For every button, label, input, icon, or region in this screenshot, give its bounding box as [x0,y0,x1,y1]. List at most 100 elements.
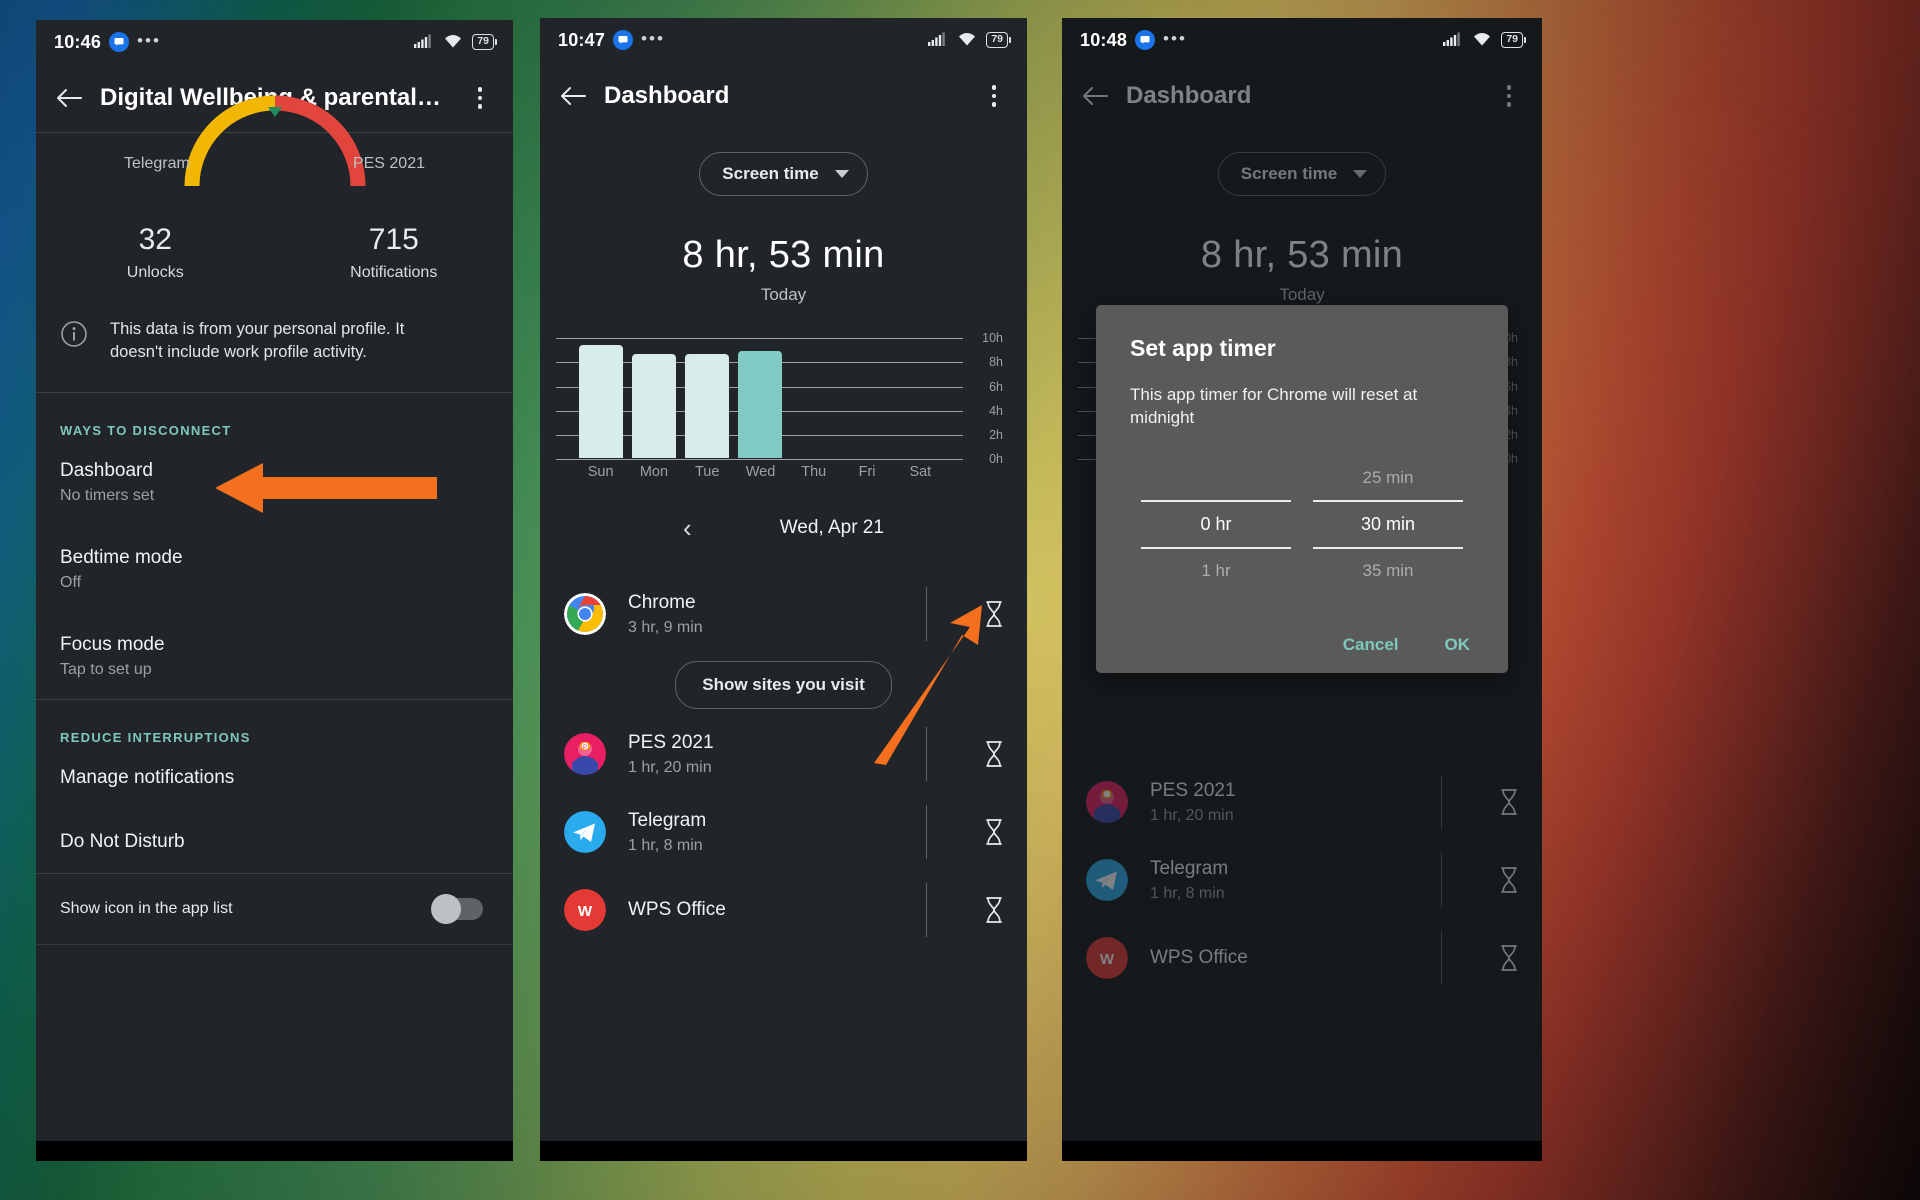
chart-xtick-label: Wed [745,464,776,480]
section-header-reduce-interruptions: REDUCE INTERRUPTIONS [60,730,251,746]
hourglass-icon[interactable] [1492,866,1526,894]
list-item[interactable]: Telegram 1 hr, 8 min [1062,841,1542,919]
minutes-below-col: 35 min [1313,549,1463,593]
hourglass-icon[interactable] [977,818,1011,846]
chart-bar-cell[interactable] [894,331,947,458]
app-name: PES 2021 [1150,779,1236,801]
show-icon-toggle[interactable] [431,894,483,925]
app-meta: Telegram 1 hr, 8 min [1150,858,1419,903]
minutes-above-value[interactable]: 25 min [1313,456,1463,500]
battery-indicator: 79 [1501,32,1526,48]
status-overflow-dots: ••• [1163,28,1187,48]
total-screen-time: 8 hr, 53 min [682,234,885,276]
list-item[interactable]: W WPS Office [1062,919,1542,997]
chart-xtick-label: Mon [639,464,669,480]
total-caption: Today [760,285,807,304]
status-bar-3: 10:48 ••• 79 [1062,18,1542,62]
cancel-button[interactable]: Cancel [1343,635,1399,655]
sidebar-item-dashboard[interactable]: Dashboard No timers set [36,438,513,525]
row-separator [1441,853,1442,907]
hourglass-icon[interactable] [977,896,1011,924]
show-icon-row[interactable]: Show icon in the app list [36,874,513,944]
chart-bar-cell[interactable] [840,331,893,458]
app-meta: PES 2021 1 hr, 20 min [1150,780,1419,825]
hours-selected-col: 0 hr [1141,502,1291,547]
dimmed-app-list-3: PES 2021 1 hr, 20 min Telegram 1 hr, 8 m… [1062,763,1542,997]
wifi-icon [959,33,976,46]
picker-above-row: 25 min [1130,456,1474,500]
date-navigator: ‹ Wed, Apr 21 [540,515,1027,541]
hours-above-value[interactable] [1141,456,1291,480]
sidebar-item-focus-mode[interactable]: Focus mode Tap to set up [36,612,513,699]
duration-picker: 25 min 0 hr 30 min 1 hr 35 min [1130,456,1474,593]
filter-chip-wrap-3: Screen time [1062,152,1542,196]
kebab-menu-icon[interactable] [465,83,495,113]
kebab-menu-icon[interactable] [979,81,1009,111]
telegram-icon [564,811,606,853]
summary-stats: 32 Unlocks 715 Notifications [36,197,513,292]
chart-bar-cell[interactable] [574,331,627,458]
chart-ytick-label: 8h [989,355,1003,370]
notifications-count: 715 [368,223,419,256]
chart-bar-cell[interactable] [681,331,734,458]
chart-ytick-label: 4h [989,403,1003,418]
donut-label-left: Telegram [124,155,190,172]
minutes-input[interactable]: 30 min [1313,502,1463,547]
back-arrow-icon[interactable] [558,81,588,111]
chevron-left-icon[interactable]: ‹ [683,515,692,541]
back-arrow-icon[interactable] [1080,81,1110,111]
stat-unlocks: 32 Unlocks [36,223,275,282]
back-arrow-icon[interactable] [54,83,84,113]
show-sites-you-visit-button[interactable]: Show sites you visit [675,661,892,709]
filter-chip-label: Screen time [1240,164,1338,183]
pes-icon [1086,781,1128,823]
list-item[interactable]: PES 2021 1 hr, 20 min [1062,763,1542,841]
wifi-icon [1474,33,1491,46]
chart-xaxis-labels: Sun Mon Tue Wed Thu Fri Sat [574,464,947,480]
status-time: 10:47 [558,29,606,50]
chart-ytick-label: 6h [989,379,1003,394]
chart-bar-cell[interactable] [734,331,787,458]
screen-2: 10:47 ••• 79 Dashboard Screen time 8 hr,… [540,18,1027,1161]
wps-icon: W [564,889,606,931]
message-icon [1135,30,1156,50]
screen-time-filter-chip[interactable]: Screen time [699,152,868,196]
screen-time-filter-chip[interactable]: Screen time [1217,152,1387,196]
picker-selected-row: 0 hr 30 min [1130,502,1474,547]
minutes-below-value[interactable]: 35 min [1313,549,1463,593]
chart-xtick-label: Tue [694,464,720,480]
hours-input[interactable]: 0 hr [1141,502,1291,547]
do-not-disturb-title: Do Not Disturb [60,831,185,853]
hourglass-icon[interactable] [1492,788,1526,816]
set-app-timer-dialog: Set app timer This app timer for Chrome … [1096,305,1508,673]
hourglass-icon[interactable] [977,600,1011,628]
list-item[interactable]: P PES 2021 1 hr, 20 min [540,715,1027,793]
chart-bar-cell[interactable] [627,331,680,458]
show-sites-wrap: Show sites you visit [540,661,1027,709]
list-item[interactable]: Chrome 3 hr, 9 min [540,575,1027,653]
hourglass-icon[interactable] [977,740,1011,768]
battery-nub [1524,36,1526,43]
status-left-3: 10:48 ••• [1080,30,1187,51]
chart-bar-cell[interactable] [787,331,840,458]
kebab-menu-icon[interactable] [1494,81,1524,111]
message-icon [109,32,130,52]
list-item[interactable]: W WPS Office [540,871,1027,949]
sidebar-item-manage-notifications[interactable]: Manage notifications [36,745,513,809]
sidebar-item-bedtime-mode[interactable]: Bedtime mode Off [36,525,513,612]
ok-button[interactable]: OK [1445,635,1471,655]
hours-below-value[interactable]: 1 hr [1141,549,1291,593]
list-item[interactable]: Telegram 1 hr, 8 min [540,793,1027,871]
signal-icon [1443,32,1461,47]
sidebar-item-do-not-disturb[interactable]: Do Not Disturb [36,809,513,873]
app-bar-2: Dashboard [540,62,1027,130]
status-right-1: 79 [414,34,497,50]
donut-labels: Telegram PES 2021 [36,155,513,173]
hours-below-col: 1 hr [1141,549,1291,593]
nav-bar-3 [1062,1141,1542,1161]
hourglass-icon[interactable] [1492,944,1526,972]
total-caption: Today [1279,285,1325,304]
bedtime-subtitle: Off [60,574,82,592]
app-meta: WPS Office [628,899,904,921]
status-left-2: 10:47 ••• [558,30,665,51]
